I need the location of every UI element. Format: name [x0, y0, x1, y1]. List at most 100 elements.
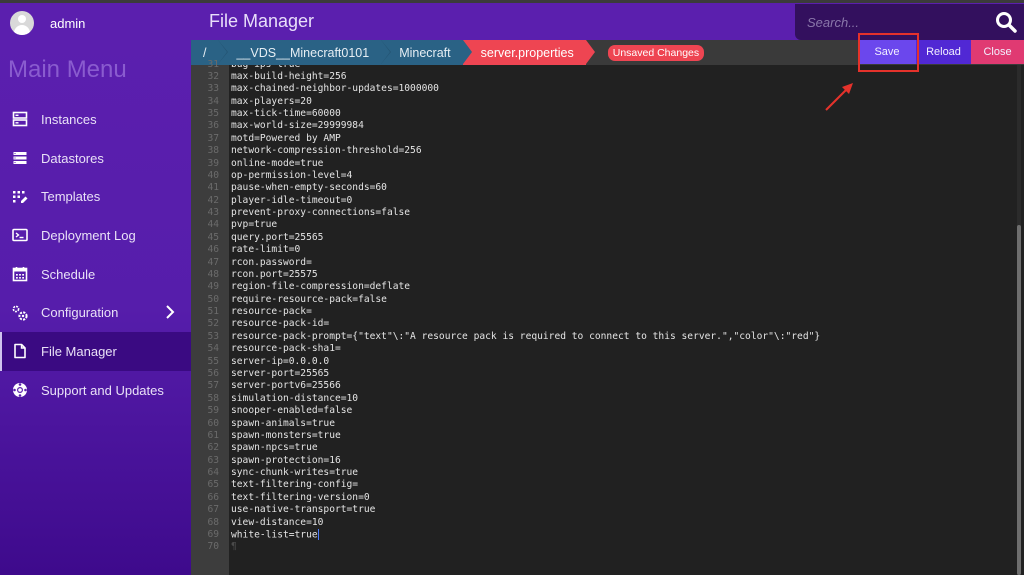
- code-line-text: white-list=true: [231, 529, 318, 541]
- code-line[interactable]: use-native-transport=true: [231, 504, 375, 516]
- avatar[interactable]: [10, 11, 34, 35]
- line-number: 64: [207, 467, 219, 479]
- code-line[interactable]: spawn-animals=true: [231, 418, 335, 430]
- code-line[interactable]: resource-pack-sha1=: [231, 343, 341, 355]
- code-line[interactable]: sync-chunk-writes=true: [231, 467, 358, 479]
- code-line[interactable]: prevent-proxy-connections=false: [231, 207, 410, 219]
- code-line[interactable]: ¶: [231, 541, 237, 553]
- search-input[interactable]: [807, 12, 987, 32]
- code-line[interactable]: rcon.password=: [231, 257, 312, 269]
- code-line-text: max-tick-time=60000: [231, 108, 341, 120]
- code-line[interactable]: online-mode=true: [231, 158, 323, 170]
- line-number: 62: [207, 442, 219, 454]
- code-line[interactable]: motd=Powered by AMP: [231, 133, 341, 145]
- end-of-file-marker: ¶: [231, 541, 237, 553]
- code-line[interactable]: server-ip=0.0.0.0: [231, 356, 329, 368]
- sidebar-item-file-manager[interactable]: File Manager: [0, 332, 191, 371]
- code-line-text: spawn-monsters=true: [231, 429, 341, 441]
- user-menu[interactable]: admin: [10, 11, 85, 35]
- code-line[interactable]: snooper-enabled=false: [231, 405, 352, 417]
- sidebar-item-configuration[interactable]: Configuration: [0, 293, 191, 332]
- line-number: 54: [207, 343, 219, 355]
- editor-scrollbar-thumb[interactable]: [1017, 225, 1021, 575]
- code-line[interactable]: max-chained-neighbor-updates=1000000: [231, 83, 439, 95]
- code-line-text: spawn-protection=16: [231, 454, 341, 466]
- code-line[interactable]: server-portv6=25566: [231, 380, 341, 392]
- editor-actions: Save Reload Close: [858, 40, 1024, 64]
- code-line[interactable]: op-permission-level=4: [231, 170, 352, 182]
- line-number: 66: [207, 491, 219, 503]
- reload-button[interactable]: Reload: [916, 40, 971, 64]
- code-line-text: resource-pack-prompt={"text"\:"A resourc…: [231, 330, 821, 342]
- code-editor[interactable]: 31 32 33 34 35 36 37 38 39 40 41 42 43 44 45 46 47 48 49 50…: [191, 59, 1024, 575]
- line-number: 55: [207, 355, 219, 367]
- sidebar-item-label: Support and Updates: [41, 382, 164, 398]
- server-icon: [11, 110, 29, 128]
- code-line[interactable]: resource-pack-id=: [231, 318, 329, 330]
- code-line[interactable]: text-filtering-version=0: [231, 492, 370, 504]
- line-number: 68: [207, 516, 219, 528]
- code-line[interactable]: spawn-monsters=true: [231, 430, 341, 442]
- breadcrumb-label: server.properties: [480, 45, 574, 60]
- line-number: 45: [207, 231, 219, 243]
- code-line[interactable]: spawn-npcs=true: [231, 442, 318, 454]
- code-line-text: motd=Powered by AMP: [231, 132, 341, 144]
- chevron-right-icon[interactable]: [165, 305, 175, 324]
- line-number: 65: [207, 479, 219, 491]
- close-button[interactable]: Close: [971, 40, 1024, 64]
- code-text-area[interactable]: bug-ips-truemax-build-height=256max-chai…: [229, 65, 1009, 575]
- code-line[interactable]: server-port=25565: [231, 368, 329, 380]
- breadcrumb: / __VDS__Minecraft0101 Minecraft server.…: [191, 40, 705, 65]
- code-line[interactable]: max-players=20: [231, 96, 312, 108]
- code-line[interactable]: resource-pack=: [231, 306, 312, 318]
- code-line[interactable]: max-build-height=256: [231, 71, 347, 83]
- calendar-icon: [11, 265, 29, 283]
- code-line[interactable]: require-resource-pack=false: [231, 294, 387, 306]
- line-number: 31: [207, 58, 219, 70]
- sidebar-item-support-and-updates[interactable]: Support and Updates: [0, 371, 191, 410]
- sidebar-item-deployment-log[interactable]: Deployment Log: [0, 216, 191, 255]
- code-line[interactable]: network-compression-threshold=256: [231, 145, 422, 157]
- code-line[interactable]: white-list=true: [231, 528, 319, 541]
- code-line[interactable]: pause-when-empty-seconds=60: [231, 182, 387, 194]
- line-number: 39: [207, 157, 219, 169]
- code-line[interactable]: resource-pack-prompt={"text"\:"A resourc…: [231, 331, 820, 343]
- sidebar-item-schedule[interactable]: Schedule: [0, 255, 191, 294]
- database-icon: [11, 149, 29, 167]
- sidebar-item-templates[interactable]: Templates: [0, 177, 191, 216]
- code-line[interactable]: region-file-compression=deflate: [231, 281, 410, 293]
- code-line[interactable]: pvp=true: [231, 219, 277, 231]
- code-line[interactable]: query.port=25565: [231, 232, 323, 244]
- sidebar-item-label: Instances: [41, 111, 97, 127]
- line-number: 49: [207, 281, 219, 293]
- code-line-text: rate-limit=0: [231, 244, 301, 256]
- unsaved-changes-badge: Unsaved Changes: [607, 44, 705, 61]
- cogs-icon: [11, 304, 29, 322]
- code-line[interactable]: max-tick-time=60000: [231, 108, 341, 120]
- sidebar: Main Menu Instances Datastores Templates…: [0, 40, 191, 575]
- code-line-text: rcon.password=: [231, 256, 312, 268]
- code-line[interactable]: max-world-size=29999984: [231, 120, 364, 132]
- sidebar-item-label: File Manager: [41, 343, 117, 359]
- sidebar-item-datastores[interactable]: Datastores: [0, 139, 191, 178]
- code-line[interactable]: spawn-protection=16: [231, 455, 341, 467]
- sidebar-item-instances[interactable]: Instances: [0, 100, 191, 139]
- code-line-text: pause-when-empty-seconds=60: [231, 182, 387, 194]
- save-button[interactable]: Save: [858, 40, 916, 64]
- search-icon[interactable]: [994, 10, 1018, 34]
- code-line[interactable]: simulation-distance=10: [231, 393, 358, 405]
- breadcrumb-instance-folder[interactable]: __VDS__Minecraft0101: [218, 40, 392, 65]
- code-line[interactable]: rcon.port=25575: [231, 269, 318, 281]
- code-line-text: server-portv6=25566: [231, 380, 341, 392]
- code-line[interactable]: player-idle-timeout=0: [231, 195, 352, 207]
- code-line[interactable]: text-filtering-config=: [231, 479, 358, 491]
- breadcrumb-minecraft-folder[interactable]: Minecraft: [381, 40, 473, 65]
- code-line-text: view-distance=10: [231, 516, 324, 528]
- code-line[interactable]: view-distance=10: [231, 517, 323, 529]
- code-line-text: max-build-height=256: [231, 70, 347, 82]
- templates-icon: [11, 188, 29, 206]
- code-line[interactable]: rate-limit=0: [231, 244, 300, 256]
- line-number: 33: [207, 83, 219, 95]
- code-line-text: prevent-proxy-connections=false: [231, 207, 411, 219]
- line-number: 60: [207, 417, 219, 429]
